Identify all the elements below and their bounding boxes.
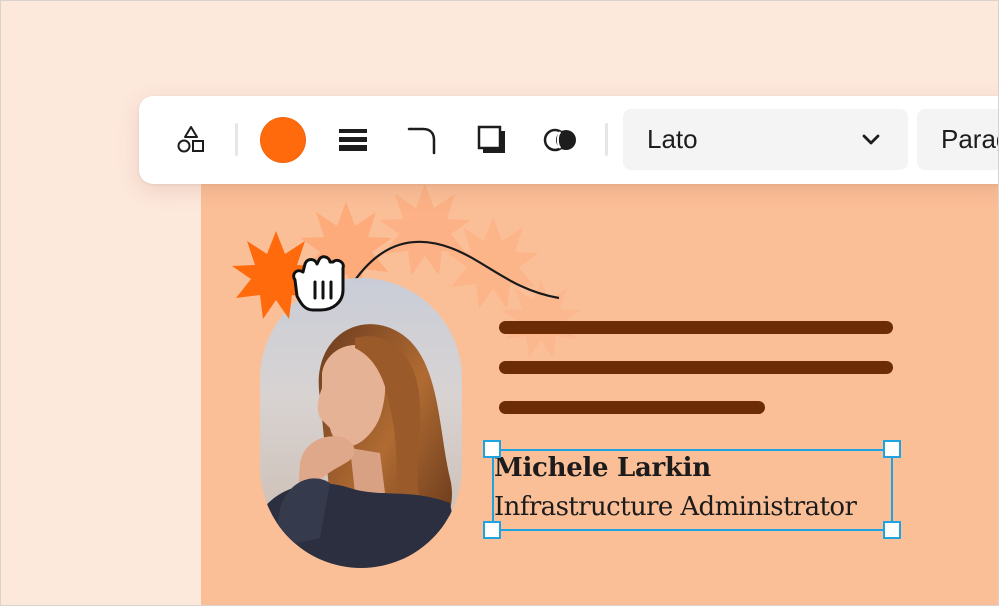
stroke-weight-icon <box>339 129 367 151</box>
cursor-layer <box>232 231 345 319</box>
fill-color-button[interactable] <box>259 116 307 164</box>
text-placeholder-line[interactable] <box>499 361 893 374</box>
shapes-tool-button[interactable] <box>167 116 215 164</box>
formatting-toolbar: Lato Paragraph <box>139 96 999 184</box>
text-placeholder-line[interactable] <box>499 321 893 334</box>
fill-color-swatch <box>260 117 306 163</box>
shadow-icon <box>477 125 505 153</box>
selection-box[interactable] <box>492 449 893 531</box>
chevron-down-icon <box>862 134 880 145</box>
font-family-select[interactable]: Lato <box>623 109 908 170</box>
corner-radius-button[interactable] <box>398 116 446 164</box>
shadow-button[interactable] <box>468 116 516 164</box>
shapes-icon <box>177 126 204 153</box>
resize-handle-bottom-left[interactable] <box>483 521 501 539</box>
toolbar-divider <box>605 123 608 156</box>
resize-handle-top-right[interactable] <box>883 440 901 458</box>
blend-mode-button[interactable] <box>537 116 585 164</box>
canvas-artboard[interactable]: Michele Larkin Infrastructure Administra… <box>201 180 999 606</box>
stroke-weight-button[interactable] <box>329 116 377 164</box>
blend-opacity-icon <box>543 128 576 152</box>
resize-handle-top-left[interactable] <box>483 440 501 458</box>
text-style-select[interactable]: Paragraph <box>917 109 999 170</box>
resize-handle-bottom-right[interactable] <box>883 521 901 539</box>
font-family-value: Lato <box>647 124 698 154</box>
text-style-value: Paragraph <box>941 124 999 154</box>
text-placeholder-line[interactable] <box>499 401 765 414</box>
grab-hand-cursor-icon <box>292 255 345 312</box>
corner-radius-icon <box>407 127 436 155</box>
toolbar-divider <box>235 123 238 156</box>
